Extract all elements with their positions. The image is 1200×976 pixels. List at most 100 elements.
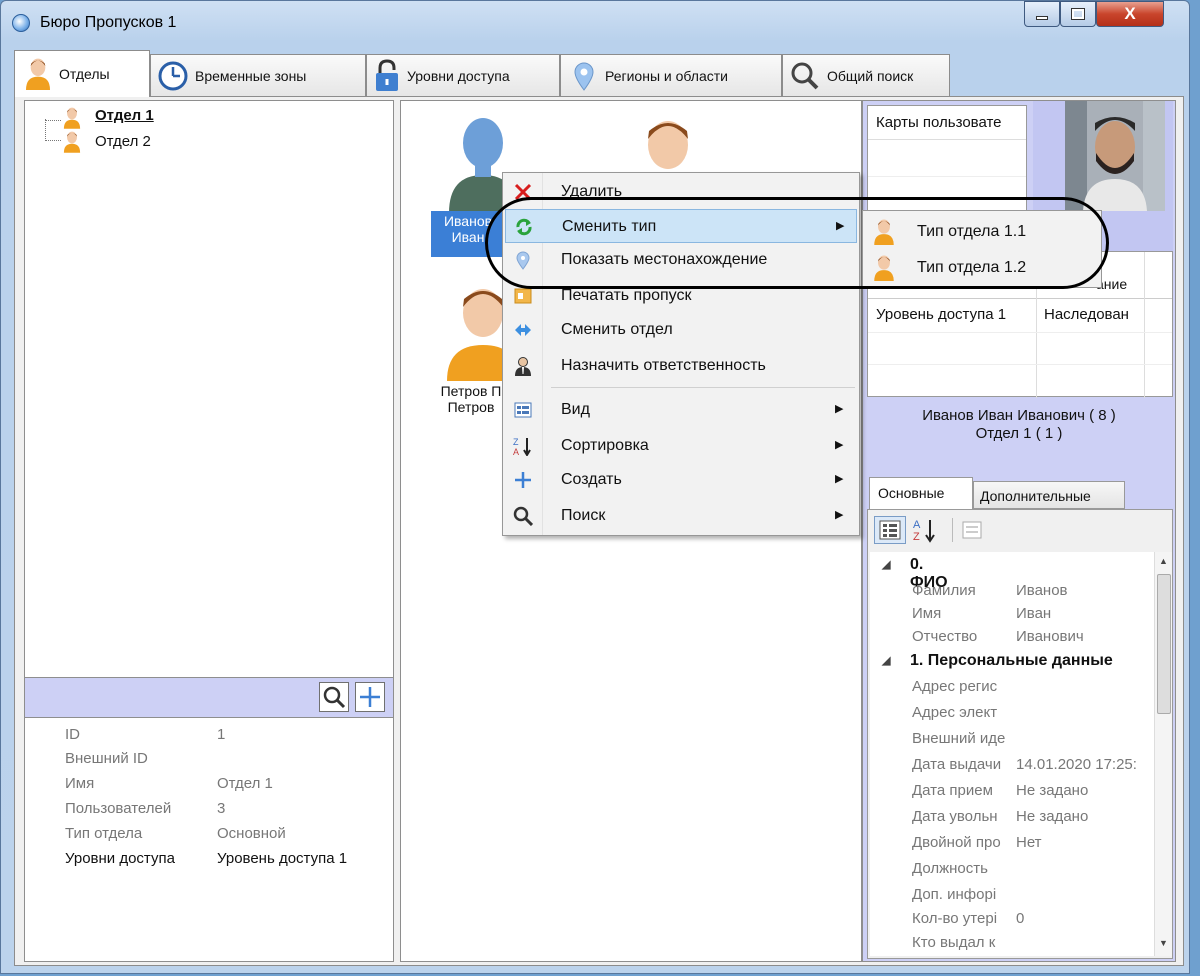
submenu-label: Тип отдела 1.2	[917, 259, 1027, 276]
menu-item-print-pass[interactable]: Печатать пропуск	[505, 279, 857, 313]
tab-label: Временные зоны	[195, 67, 307, 84]
property-key: Имя	[912, 605, 942, 622]
window-title: Бюро Пропусков 1	[40, 14, 177, 31]
prop-key: Уровни доступа	[65, 850, 175, 867]
property-key: Дата выдачи	[912, 756, 1002, 773]
user-full-name: Иванов Иван Иванович ( 8 )	[922, 407, 1116, 424]
menu-item-show-location[interactable]: Показать местонахождение	[505, 243, 857, 277]
property-grid[interactable]: A Z ◢ 0. ФИО Фамилия Иванов Имя Иван Отч…	[867, 509, 1173, 959]
tab-label: Регионы и области	[605, 67, 728, 84]
location-icon	[516, 251, 530, 270]
user-name-line2: Иван	[451, 229, 485, 245]
menu-item-create[interactable]: Создать ▶	[505, 463, 857, 497]
submenu-arrow-icon: ▶	[836, 220, 845, 232]
property-value: Не задано	[1016, 782, 1089, 799]
svg-text:A: A	[513, 447, 519, 456]
tab-additional[interactable]: Дополнительные	[973, 481, 1125, 509]
menu-label: Назначить ответственность	[561, 357, 766, 374]
user-name-line1: Петров П	[440, 383, 502, 399]
prop-key: ID	[65, 726, 80, 743]
menu-item-sort[interactable]: ZA Сортировка ▶	[505, 429, 857, 463]
maximize-button[interactable]	[1060, 1, 1096, 27]
close-icon: X	[1124, 4, 1136, 23]
menu-label: Сменить отдел	[561, 321, 673, 338]
property-key: Внешний иде	[912, 730, 1006, 747]
prop-key: Пользователей	[65, 800, 172, 817]
property-key: Кто выдал к	[912, 934, 996, 951]
cards-header: Карты пользовате	[868, 106, 1026, 140]
alphabetical-sort-button[interactable]: A Z	[910, 516, 940, 544]
tab-regions[interactable]: Регионы и области	[560, 54, 782, 96]
vertical-scrollbar[interactable]: ▲ ▼	[1154, 552, 1172, 956]
svg-text:A: A	[913, 519, 921, 531]
search-icon	[791, 62, 819, 89]
property-value: Иван	[1016, 605, 1052, 622]
submenu-item-type-1-1[interactable]: Тип отдела 1.1	[865, 215, 1101, 249]
menu-item-search[interactable]: Поиск ▶	[505, 499, 857, 533]
tab-time-zones[interactable]: Временные зоны	[150, 54, 366, 96]
property-key: Фамилия	[912, 582, 976, 599]
location-pin-icon	[574, 62, 594, 91]
property-key: Дата увольн	[912, 808, 998, 825]
tab-label: Отделы	[59, 66, 110, 82]
menu-item-view[interactable]: Вид ▶	[505, 393, 857, 427]
property-key: Двойной про	[912, 834, 1001, 851]
categorized-icon	[879, 520, 901, 540]
minimize-button[interactable]	[1024, 1, 1060, 27]
user-department: Отдел 1 ( 1 )	[975, 425, 1063, 442]
department-icon	[63, 131, 81, 153]
tab-main[interactable]: Основные	[869, 477, 973, 509]
tree-item-department-2[interactable]: Отдел 2	[95, 133, 151, 150]
prop-value: Основной	[217, 825, 286, 842]
prop-value: 1	[217, 726, 226, 743]
tree-item-department-1[interactable]: Отдел 1	[95, 107, 154, 124]
access-level-cell: Уровень доступа 1	[876, 306, 1007, 323]
menu-item-assign-responsibility[interactable]: Назначить ответственность	[505, 349, 857, 383]
submenu-arrow-icon: ▶	[835, 473, 844, 485]
property-value: 14.01.2020 17:25:	[1016, 756, 1137, 773]
change-type-submenu: Тип отдела 1.1 Тип отдела 1.2	[862, 210, 1102, 288]
lock-icon	[376, 58, 398, 91]
user-tile-selected[interactable]: Иванов Иван	[431, 211, 505, 257]
submenu-label: Тип отдела 1.1	[917, 223, 1027, 240]
scroll-down-icon[interactable]: ▼	[1159, 938, 1168, 948]
property-value: 0	[1016, 910, 1025, 927]
user-tile[interactable]: Петров П Петров	[435, 383, 507, 415]
property-list: ◢ 0. ФИО Фамилия Иванов Имя Иван Отчеств…	[870, 552, 1154, 956]
menu-item-change-type[interactable]: Сменить тип ▶	[505, 209, 857, 243]
submenu-item-type-1-2[interactable]: Тип отдела 1.2	[865, 251, 1101, 285]
user-name-line2: Петров	[447, 399, 495, 415]
property-value: Не задано	[1016, 808, 1089, 825]
app-icon	[12, 14, 30, 32]
menu-label: Поиск	[561, 507, 606, 524]
sort-az-icon: A Z	[913, 519, 935, 543]
tab-departments[interactable]: Отделы	[14, 50, 150, 97]
tab-global-search[interactable]: Общий поиск	[782, 54, 950, 96]
search-button[interactable]	[319, 682, 349, 712]
property-value: Иванович	[1016, 628, 1084, 645]
menu-item-delete[interactable]: Удалить	[505, 175, 857, 209]
add-button[interactable]	[355, 682, 385, 712]
tab-access-levels[interactable]: Уровни доступа	[366, 54, 560, 96]
submenu-arrow-icon: ▶	[835, 403, 844, 415]
menu-item-change-department[interactable]: Сменить отдел	[505, 313, 857, 347]
categorized-view-button[interactable]	[874, 516, 906, 544]
scroll-up-icon[interactable]: ▲	[1159, 556, 1168, 566]
search-icon	[513, 506, 533, 526]
close-button[interactable]: X	[1096, 1, 1164, 27]
property-key: Дата прием	[912, 782, 993, 799]
view-icon	[514, 402, 532, 418]
change-department-icon	[515, 324, 531, 336]
property-value: Нет	[1016, 834, 1042, 851]
title-bar[interactable]: Бюро Пропусков 1 X	[0, 0, 1188, 46]
prop-key: Внешний ID	[65, 750, 148, 767]
expand-icon: ◢	[882, 655, 891, 667]
plus-icon	[515, 472, 531, 488]
department-tree[interactable]: Отдел 1 Отдел 2	[24, 100, 394, 678]
menu-label: Печатать пропуск	[561, 287, 692, 304]
property-pages-button[interactable]	[960, 518, 984, 542]
department-icon	[63, 107, 81, 129]
scrollbar-thumb[interactable]	[1157, 574, 1171, 714]
department-type-icon	[873, 255, 895, 281]
property-pages-icon	[962, 521, 982, 539]
